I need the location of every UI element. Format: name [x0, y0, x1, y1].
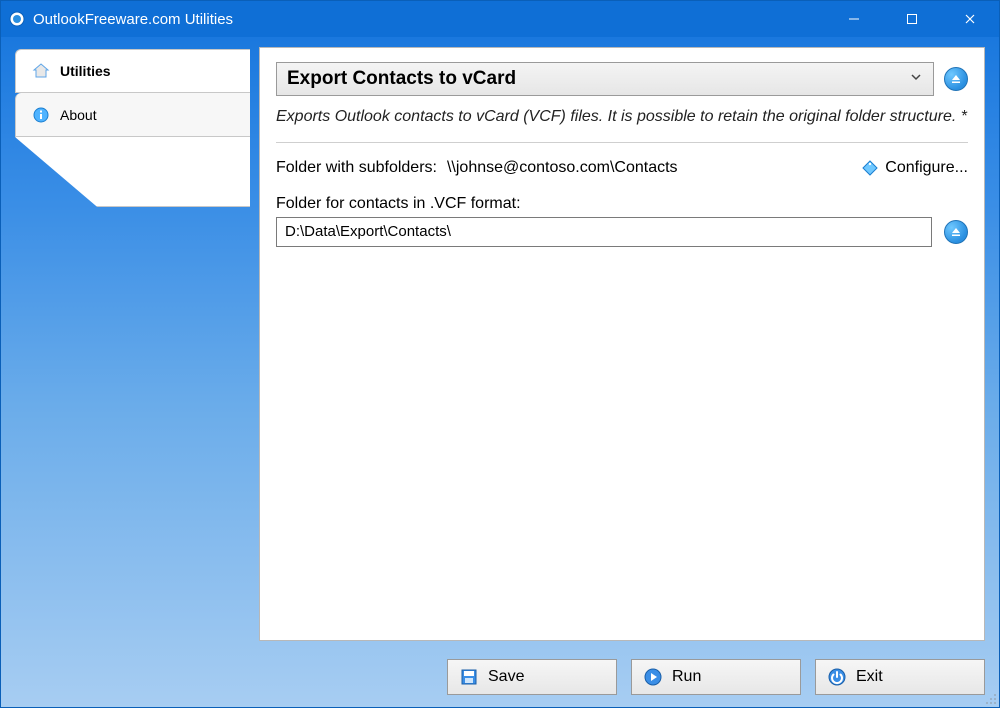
exit-button[interactable]: Exit — [815, 659, 985, 695]
panel-row: Utilities About Outlook Freeware .com — [15, 47, 985, 641]
tag-icon — [861, 159, 879, 177]
utility-title: Export Contacts to vCard — [287, 68, 516, 90]
info-icon — [32, 106, 50, 124]
eject-button[interactable] — [944, 67, 968, 91]
sidebar: Utilities About Outlook Freeware .com — [15, 47, 249, 641]
tab-utilities[interactable]: Utilities — [15, 49, 250, 93]
output-folder-row — [276, 217, 968, 247]
client-area: Utilities About Outlook Freeware .com — [1, 37, 999, 707]
configure-button[interactable]: Configure... — [861, 159, 968, 177]
output-folder-label: Folder for contacts in .VCF format: — [276, 195, 968, 213]
titlebar[interactable]: OutlookFreeware.com Utilities — [1, 1, 999, 37]
tab-about[interactable]: About — [15, 93, 250, 137]
sidebar-curve — [15, 137, 250, 207]
divider — [276, 142, 968, 143]
save-button[interactable]: Save — [447, 659, 617, 695]
minimize-button[interactable] — [825, 1, 883, 37]
utility-description: Exports Outlook contacts to vCard (VCF) … — [276, 106, 968, 128]
app-icon — [9, 11, 25, 27]
button-label: Run — [672, 668, 701, 686]
resize-grip-icon[interactable] — [983, 691, 997, 705]
home-icon — [32, 62, 50, 80]
tab-label: Utilities — [60, 63, 111, 79]
chevron-down-icon — [909, 68, 923, 90]
browse-button[interactable] — [944, 220, 968, 244]
button-label: Save — [488, 668, 524, 686]
maximize-button[interactable] — [883, 1, 941, 37]
configure-label: Configure... — [885, 159, 968, 177]
utility-selector[interactable]: Export Contacts to vCard — [276, 62, 934, 96]
window-controls — [825, 1, 999, 37]
main-panel: Export Contacts to vCard Exports Outlook… — [259, 47, 985, 641]
power-icon — [828, 668, 846, 686]
tab-label: About — [60, 107, 97, 123]
save-icon — [460, 668, 478, 686]
header-row: Export Contacts to vCard — [276, 62, 968, 96]
button-label: Exit — [856, 668, 883, 686]
close-button[interactable] — [941, 1, 999, 37]
button-row: Save Run Ex — [15, 649, 985, 695]
source-folder-value: \\johnse@contoso.com\Contacts — [447, 159, 678, 177]
run-button[interactable]: Run — [631, 659, 801, 695]
source-folder-row: Folder with subfolders: \\johnse@contoso… — [276, 159, 968, 177]
window-title: OutlookFreeware.com Utilities — [33, 11, 825, 28]
play-icon — [644, 668, 662, 686]
app-window: OutlookFreeware.com Utilities — [0, 0, 1000, 708]
source-folder-label: Folder with subfolders: — [276, 159, 437, 177]
output-folder-input[interactable] — [276, 217, 932, 247]
